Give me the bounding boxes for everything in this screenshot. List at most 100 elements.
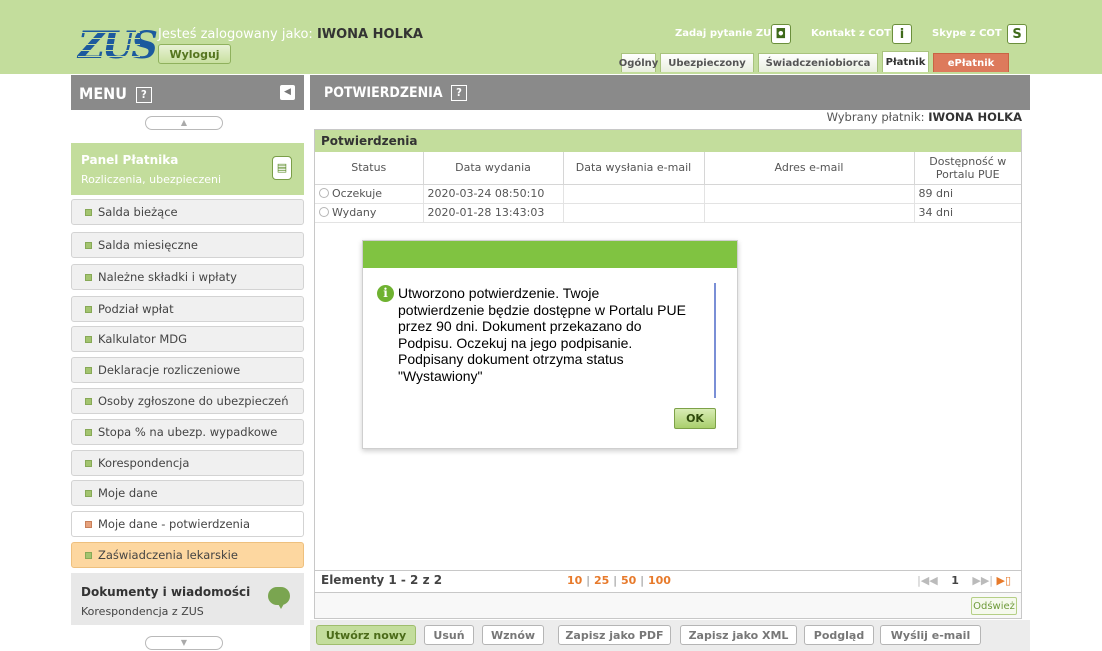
- menu-scroll-down-button[interactable]: ▼: [145, 636, 223, 650]
- menu-item-my-data-confirmations[interactable]: Moje dane - potwierdzenia: [71, 511, 304, 537]
- column-email-sent-date[interactable]: Data wysłania e-mail: [563, 152, 705, 185]
- menu-title: MENU ?: [79, 84, 152, 103]
- bullet-icon: [85, 490, 92, 497]
- menu-item-contributions[interactable]: Należne składki i wpłaty: [71, 264, 304, 290]
- info-icon[interactable]: i: [892, 24, 912, 44]
- menu-item-medical-certificates[interactable]: Zaświadczenia lekarskie: [71, 542, 304, 568]
- ok-button[interactable]: OK: [674, 408, 716, 429]
- documents-subtitle: Korespondencja z ZUS: [81, 605, 204, 618]
- page-size-option[interactable]: 100: [648, 574, 671, 587]
- logged-in-label: Jesteś zalogowany jako:: [158, 27, 313, 42]
- menu-item-my-data[interactable]: Moje dane: [71, 480, 304, 506]
- row-select-radio[interactable]: [319, 207, 329, 217]
- menu-item-payment-split[interactable]: Podział wpłat: [71, 296, 304, 322]
- menu-title-text: MENU: [79, 84, 127, 103]
- menu-item-accident-rate[interactable]: Stopa % na ubezp. wypadkowe: [71, 419, 304, 445]
- save-pdf-button[interactable]: Zapisz jako PDF: [558, 625, 671, 645]
- table-row[interactable]: Oczekuje 2020-03-24 08:50:10 89 dni: [315, 184, 1021, 204]
- column-availability[interactable]: Dostępność w Portalu PUE: [914, 152, 1021, 185]
- menu-item-label: Korespondencja: [98, 456, 190, 470]
- cell-issue-date: 2020-01-28 13:43:03: [423, 203, 564, 223]
- column-email-address[interactable]: Adres e-mail: [704, 152, 915, 185]
- preview-button[interactable]: Podgląd: [804, 625, 874, 645]
- menu-item-label: Stopa % na ubezp. wypadkowe: [98, 425, 278, 439]
- bullet-icon: [85, 209, 92, 216]
- logout-button[interactable]: Wyloguj: [158, 44, 231, 64]
- menu-item-label: Podział wpłat: [98, 302, 174, 316]
- panel-platnika[interactable]: Panel Płatnika Rozliczenia, ubezpieczeni…: [71, 143, 304, 195]
- menu-item-label: Moje dane: [98, 486, 158, 500]
- menu-item-monthly-balances[interactable]: Salda miesięczne: [71, 232, 304, 258]
- info-dialog: i Utworzono potwierdzenie. Twoje potwier…: [362, 240, 738, 449]
- save-xml-button[interactable]: Zapisz jako XML: [680, 625, 797, 645]
- bullet-icon: [85, 398, 92, 405]
- cell-email-sent-date: [563, 203, 705, 223]
- menu-item-label: Zaświadczenia lekarskie: [98, 548, 238, 562]
- page-size-option[interactable]: 10: [567, 574, 582, 587]
- bullet-icon: [85, 552, 92, 559]
- delete-button[interactable]: Usuń: [424, 625, 474, 645]
- contact-cot-link[interactable]: Kontakt z COT: [811, 28, 891, 39]
- row-select-radio[interactable]: [319, 188, 329, 198]
- documents-title: Dokumenty i wiadomości: [81, 585, 251, 599]
- ask-zus-link[interactable]: Zadaj pytanie ZUS: [675, 28, 778, 39]
- column-status[interactable]: Status: [315, 152, 424, 185]
- zus-logo[interactable]: ZUS: [78, 26, 158, 64]
- info-circle-icon: i: [377, 285, 394, 302]
- first-page-icon[interactable]: |◀◀: [917, 574, 938, 587]
- current-page: 1: [951, 574, 959, 587]
- page-size-option[interactable]: 25: [594, 574, 609, 587]
- menu-help-icon[interactable]: ?: [135, 87, 152, 103]
- tab-beneficiary[interactable]: Świadczeniobiorca: [758, 53, 878, 72]
- documents-panel[interactable]: Dokumenty i wiadomości Korespondencja z …: [71, 573, 304, 625]
- page-size-selector: 10 | 25 | 50 | 100: [567, 574, 671, 587]
- create-new-button[interactable]: Utwórz nowy: [316, 625, 416, 645]
- menu-header: MENU ? ◀: [71, 75, 304, 110]
- column-issue-date[interactable]: Data wydania: [423, 152, 564, 185]
- send-email-button[interactable]: Wyślij e-mail: [880, 625, 981, 645]
- last-page-icon[interactable]: ▶▯: [996, 574, 1011, 587]
- menu-item-current-balances[interactable]: Salda bieżące: [71, 199, 304, 225]
- tab-insured[interactable]: Ubezpieczony: [660, 53, 754, 72]
- menu-item-label: Salda bieżące: [98, 205, 178, 219]
- resume-button[interactable]: Wznów: [482, 625, 544, 645]
- next-page-icon[interactable]: ▶▶|: [972, 574, 993, 587]
- table-header-row: Status Data wydania Data wysłania e-mail…: [315, 152, 1021, 185]
- cell-email-address: [704, 203, 915, 223]
- menu-scroll-up-button[interactable]: ▲: [145, 116, 223, 130]
- tab-epayer[interactable]: ePłatnik: [933, 53, 1009, 72]
- cell-email-address: [704, 184, 915, 204]
- skype-cot-link[interactable]: Skype z COT: [932, 28, 1002, 39]
- tab-general[interactable]: Ogólny: [619, 53, 658, 72]
- dialog-title-bar[interactable]: [363, 241, 737, 268]
- pager-count: Elementy 1 - 2 z 2: [321, 573, 443, 587]
- cell-issue-date: 2020-03-24 08:50:10: [423, 184, 564, 204]
- menu-item-mdg-calculator[interactable]: Kalkulator MDG: [71, 326, 304, 352]
- page-size-option[interactable]: 50: [621, 574, 636, 587]
- menu-item-declarations[interactable]: Deklaracje rozliczeniowe: [71, 357, 304, 383]
- selected-payer-label: Wybrany płatnik:: [826, 110, 925, 124]
- pager-navigation: |◀◀ 1 ▶▶| ▶▯: [917, 574, 1011, 587]
- menu-item-label: Deklaracje rozliczeniowe: [98, 363, 241, 377]
- tab-payer[interactable]: Płatnik: [882, 51, 929, 72]
- main-header: POTWIERDZENIA ?: [310, 75, 1030, 110]
- cell-availability: 34 dni: [914, 203, 1021, 223]
- page-help-icon[interactable]: ?: [450, 85, 467, 101]
- table-row[interactable]: Wydany 2020-01-28 13:43:03 34 dni: [315, 203, 1021, 223]
- header: ZUS Jesteś zalogowany jako: IWONA HOLKA …: [0, 0, 1102, 74]
- menu-item-insured-persons[interactable]: Osoby zgłoszone do ubezpieczeń: [71, 388, 304, 414]
- refresh-row: Odśwież: [314, 593, 1022, 619]
- refresh-button[interactable]: Odśwież: [971, 597, 1017, 615]
- chat-icon[interactable]: ◘: [771, 24, 791, 44]
- logged-in-info: Jesteś zalogowany jako: IWONA HOLKA: [158, 27, 423, 42]
- collapse-menu-icon[interactable]: ◀: [280, 85, 295, 100]
- bullet-icon: [85, 336, 92, 343]
- bullet-icon: [85, 429, 92, 436]
- speech-bubble-icon: [268, 587, 290, 609]
- confirmations-table: Status Data wydania Data wysłania e-mail…: [315, 152, 1021, 223]
- menu-item-correspondence[interactable]: Korespondencja: [71, 450, 304, 476]
- dialog-scrollbar[interactable]: [714, 283, 716, 398]
- skype-icon[interactable]: S: [1007, 24, 1027, 44]
- user-name: IWONA HOLKA: [316, 27, 423, 42]
- calculator-icon: ▤: [272, 156, 292, 180]
